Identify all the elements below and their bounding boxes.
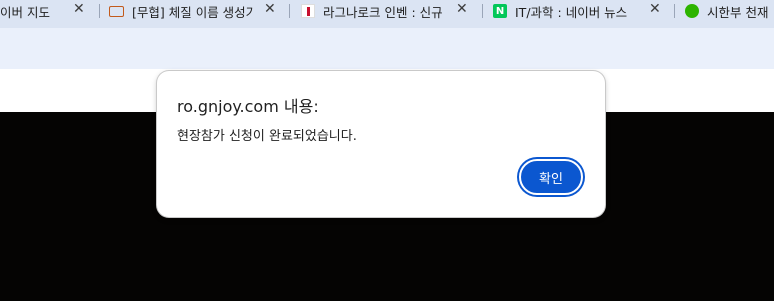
tab-title: IT/과학 : 네이버 뉴스 bbox=[515, 4, 628, 20]
tab-separator bbox=[674, 4, 675, 18]
tab-separator bbox=[289, 4, 290, 18]
tab-title: 라그나로크 인벤 : 신규 bbox=[323, 4, 443, 20]
tab-title: [무협] 체질 이름 생성기 bbox=[132, 4, 253, 20]
tab-ragnarok-inven[interactable]: 라그나로크 인벤 : 신규 ✕ bbox=[301, 0, 481, 22]
ok-button[interactable]: 확인 bbox=[519, 159, 583, 195]
close-tab-icon[interactable]: ✕ bbox=[73, 1, 85, 17]
close-tab-icon[interactable]: ✕ bbox=[456, 1, 468, 17]
tab-strip: 이버 지도 ✕ [무협] 체질 이름 생성기 ✕ 라그나로크 인벤 : 신규 ✕… bbox=[0, 0, 774, 28]
tab-title: 이버 지도 bbox=[0, 4, 50, 20]
close-tab-icon[interactable]: ✕ bbox=[264, 1, 276, 17]
dialog-title: ro.gnjoy.com 내용: bbox=[177, 97, 319, 116]
tab-webtoon[interactable]: 시한부 천재 bbox=[685, 0, 774, 22]
tab-naver-news[interactable]: N IT/과학 : 네이버 뉴스 ✕ bbox=[493, 0, 673, 22]
webtoon-icon bbox=[685, 4, 699, 18]
dialog-message: 현장참가 신청이 완료되었습니다. bbox=[177, 129, 357, 144]
browser-toolbar bbox=[0, 28, 774, 69]
alert-dialog: ro.gnjoy.com 내용: 현장참가 신청이 완료되었습니다. 확인 bbox=[157, 71, 605, 217]
ragnarok-icon bbox=[301, 4, 315, 18]
tab-separator bbox=[482, 4, 483, 18]
tab-name-generator[interactable]: [무협] 체질 이름 생성기 ✕ bbox=[109, 0, 289, 22]
tab-title: 시한부 천재 bbox=[707, 4, 769, 20]
close-tab-icon[interactable]: ✕ bbox=[649, 1, 661, 17]
folder-icon bbox=[109, 5, 124, 17]
naver-icon: N bbox=[493, 4, 507, 18]
tab-naver-map[interactable]: 이버 지도 ✕ bbox=[0, 0, 95, 22]
tab-separator bbox=[99, 4, 100, 18]
